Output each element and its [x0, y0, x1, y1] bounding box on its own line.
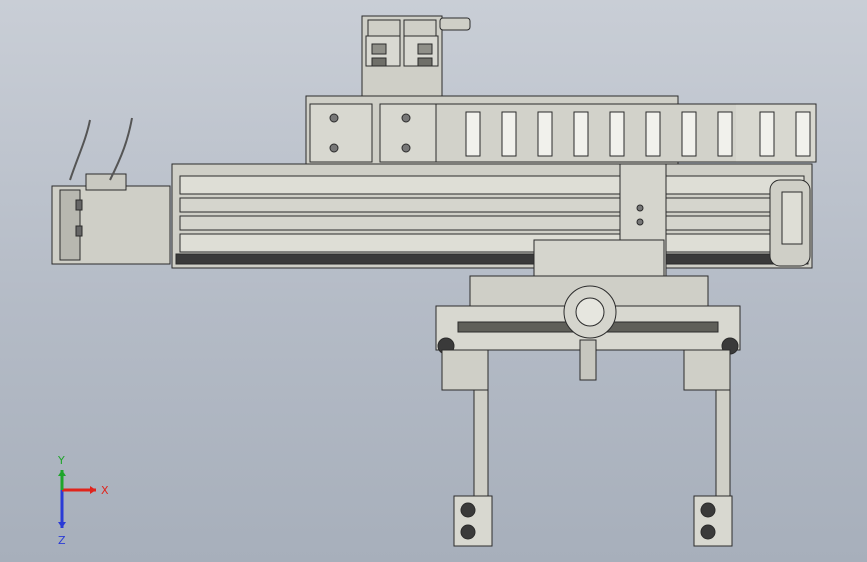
cad-model-view[interactable]: X Y Z [0, 0, 867, 562]
servo-motor[interactable] [51, 117, 171, 265]
z-axis-label: Z [58, 534, 66, 547]
y-axis-label: Y [57, 454, 65, 467]
cad-graphics-viewport[interactable]: X Y Z [0, 0, 867, 562]
linear-actuator-assembly[interactable] [51, 15, 817, 547]
right-gripper-finger[interactable] [683, 349, 733, 547]
actuator-body[interactable] [171, 163, 813, 269]
cable-chain[interactable] [435, 103, 817, 163]
top-valve-block[interactable] [361, 15, 471, 101]
left-gripper-finger[interactable] [441, 349, 493, 547]
orientation-triad: X Y Z [57, 454, 109, 547]
x-axis-label: X [101, 484, 109, 497]
end-cap[interactable] [769, 179, 811, 267]
